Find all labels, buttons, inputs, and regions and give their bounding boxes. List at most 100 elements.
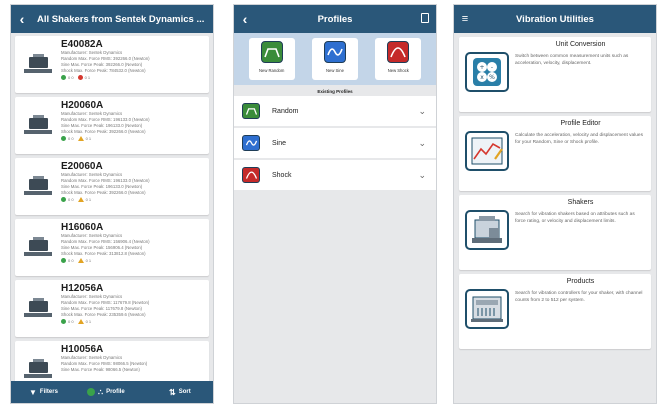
shaker-model: H20060A xyxy=(61,100,104,111)
profile-icon: ∴ xyxy=(98,387,104,397)
shaker-icon xyxy=(24,358,52,378)
check-status-icon xyxy=(61,136,66,141)
shaker-thumbnail xyxy=(15,280,61,337)
profile-row-shock[interactable]: Shock ⌄ xyxy=(234,160,436,190)
shaker-shock-force: Shock Max. Force Peak: 784532.0 (Newton) xyxy=(61,68,146,73)
products-card-description: Search for vibration controllers for you… xyxy=(515,291,643,303)
shaker-card[interactable]: H16060A Manufacturer: Sentek Dynamics Rand… xyxy=(15,219,209,276)
shaker-status: 0 00 1 xyxy=(61,75,209,80)
shakers-screen: ‹ All Shakers from Sentek Dynamics ... E… xyxy=(10,4,214,404)
random-profile-icon xyxy=(242,103,260,119)
chevron-down-icon[interactable]: ⌄ xyxy=(418,138,426,149)
shaker-model: H16060A xyxy=(61,222,104,233)
profile-row-random[interactable]: Random ⌄ xyxy=(234,96,436,126)
shaker-shock-force: Shock Max. Force Peak: 313812.8 (Newton) xyxy=(61,251,146,256)
shaker-status: 0 00 1 xyxy=(61,258,209,263)
shaker-shock-force: Shock Max. Force Peak: 392266.0 (Newton) xyxy=(61,129,146,134)
shaker-status: 0 00 1 xyxy=(61,197,209,202)
shakers-title: All Shakers from Sentek Dynamics ... xyxy=(37,13,205,25)
calculator-icon: + - x % xyxy=(465,52,509,92)
existing-profiles-heading: Existing Profiles xyxy=(317,89,353,94)
utilities-header: Vibration Utilities ≡ xyxy=(454,5,656,33)
shakers-card-title: Shakers xyxy=(567,199,594,206)
svg-text:x: x xyxy=(480,74,484,81)
chevron-down-icon[interactable]: ⌄ xyxy=(418,170,426,181)
shaker-icon xyxy=(24,297,52,317)
utility-list: + - x % Unit Conversion Switch between c… xyxy=(454,33,656,357)
check-status-icon xyxy=(61,75,66,80)
profiles-header: Profiles ‹ xyxy=(234,5,436,33)
shaker-card[interactable]: H20060A Manufacturer: Sentek Dynamics Rand… xyxy=(15,97,209,154)
unit-conversion-title: Unit Conversion xyxy=(555,41,606,48)
check-status-icon xyxy=(61,197,66,202)
shaker-status: 0 00 1 xyxy=(61,319,209,324)
unit-conversion-card[interactable]: + - x % Unit Conversion Switch between c… xyxy=(459,37,651,112)
sort-button[interactable]: ⇅ Sort xyxy=(169,388,191,397)
shock-profile-icon xyxy=(242,167,260,183)
shaker-thumbnail xyxy=(15,158,61,215)
shaker-model: H12056A xyxy=(61,283,104,294)
shakers-card-description: Search for vibration shakers based on at… xyxy=(515,212,635,224)
warning-status-icon xyxy=(77,197,84,202)
sine-profile-icon xyxy=(323,41,346,63)
shakers-footer: ▼ Filters ∴ Profile ⇅ Sort xyxy=(11,381,213,403)
shaker-status: 0 00 1 xyxy=(61,136,209,141)
random-profile-icon xyxy=(260,41,283,63)
utilities-title: Vibration Utilities xyxy=(516,13,594,25)
new-sine-tile[interactable]: New Sine xyxy=(311,38,358,80)
svg-text:+: + xyxy=(479,64,484,71)
new-shock-tile[interactable]: New Shock xyxy=(375,38,422,80)
error-status-icon xyxy=(77,75,83,80)
shaker-icon xyxy=(24,175,52,195)
profiles-title: Profiles xyxy=(317,13,353,25)
profile-count-badge xyxy=(87,388,95,396)
shaker-card[interactable]: E20060A Manufacturer: Sentek Dynamics Rand… xyxy=(15,158,209,215)
profile-row-sine[interactable]: Sine ⌄ xyxy=(234,128,436,158)
shaker-icon xyxy=(465,210,509,250)
shaker-model: E40082A xyxy=(61,39,103,50)
shaker-icon xyxy=(24,114,52,134)
shaker-card[interactable]: E40082A Manufacturer: Sentek Dynamics Rand… xyxy=(15,36,209,93)
warning-status-icon xyxy=(77,136,84,141)
profile-button[interactable]: ∴ Profile xyxy=(87,388,125,397)
warning-status-icon xyxy=(77,319,84,324)
sine-profile-icon xyxy=(242,135,260,151)
hamburger-menu-icon[interactable]: ≡ xyxy=(454,13,476,25)
shaker-shock-force: Shock Max. Force Peak: 235359.6 (Newton) xyxy=(61,312,146,317)
controller-product-icon xyxy=(465,289,509,329)
shock-profile-icon xyxy=(387,41,410,63)
profile-editor-card[interactable]: Profile Editor Calculate the acceleratio… xyxy=(459,116,651,191)
svg-text:%: % xyxy=(489,74,495,81)
shaker-model: H10056A xyxy=(61,344,104,355)
check-status-icon xyxy=(61,258,66,263)
unit-conversion-description: Switch between common measurement units … xyxy=(515,54,629,66)
shaker-sine-force: Sine Max. Force Peak: 98066.5 (Newton) xyxy=(61,367,140,372)
new-profile-tiles: New Random New Sine New Shock xyxy=(234,33,436,85)
filters-button[interactable]: ▼ Filters xyxy=(29,388,58,397)
shaker-icon xyxy=(24,236,52,256)
shaker-shock-force: Shock Max. Force Peak: 392266.0 (Newton) xyxy=(61,190,146,195)
shaker-card[interactable]: H12056A Manufacturer: Sentek Dynamics Rand… xyxy=(15,280,209,337)
shaker-thumbnail xyxy=(15,219,61,276)
back-arrow-icon[interactable]: ‹ xyxy=(234,11,256,27)
warning-status-icon xyxy=(77,258,84,263)
shaker-thumbnail xyxy=(15,97,61,154)
shakers-card[interactable]: Shakers Search for vibration shakers bas… xyxy=(459,195,651,270)
filter-icon: ▼ xyxy=(29,387,37,397)
new-random-tile[interactable]: New Random xyxy=(248,38,295,80)
back-arrow-icon[interactable]: ‹ xyxy=(11,11,33,27)
profile-editor-description: Calculate the acceleration, velocity and… xyxy=(515,133,643,145)
chevron-down-icon[interactable]: ⌄ xyxy=(418,106,426,117)
shaker-icon xyxy=(24,53,52,73)
shakers-header: ‹ All Shakers from Sentek Dynamics ... xyxy=(11,5,213,33)
products-card-title: Products xyxy=(566,278,595,285)
svg-text:-: - xyxy=(491,64,493,71)
profile-editor-icon xyxy=(465,131,509,171)
sort-icon: ⇅ xyxy=(169,387,176,397)
shaker-model: E20060A xyxy=(61,161,103,172)
save-icon[interactable] xyxy=(421,13,429,23)
shaker-list: E40082A Manufacturer: Sentek Dynamics Rand… xyxy=(11,33,213,398)
products-card[interactable]: Products Search for vibration controller… xyxy=(459,274,651,349)
profiles-screen: Profiles ‹ New Random New Sine New Shock… xyxy=(233,4,437,404)
utilities-screen: Vibration Utilities ≡ + - x % Unit Conve… xyxy=(453,4,657,404)
